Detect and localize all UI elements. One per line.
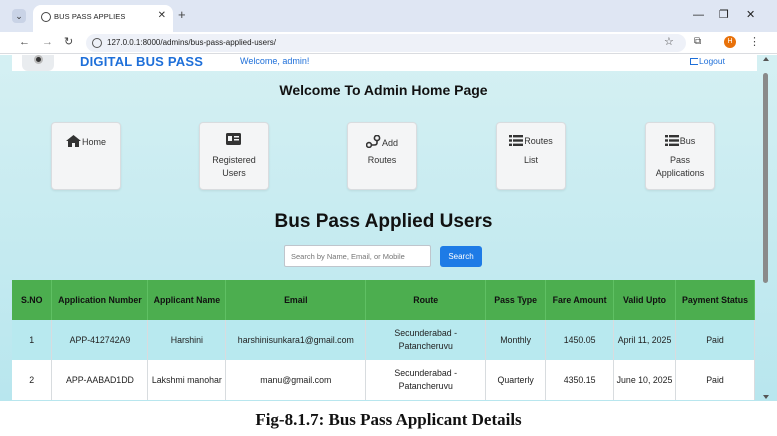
scroll-thumb[interactable] <box>763 73 768 283</box>
url-text: 127.0.0.1:8000/admins/bus-pass-applied-u… <box>107 38 276 47</box>
column-header: S.NO <box>12 280 53 320</box>
admin-home-heading: Welcome To Admin Home Page <box>279 82 488 98</box>
card-label: Users <box>222 167 246 178</box>
route-icon <box>365 135 381 148</box>
search-input[interactable] <box>284 245 431 267</box>
id-card-icon <box>226 133 241 145</box>
card-label: Applications <box>655 167 705 178</box>
figure-caption: Fig-8.1.7: Bus Pass Applicant Details <box>255 410 522 429</box>
card-label: Routes <box>524 136 553 146</box>
url-field[interactable]: 127.0.0.1:8000/admins/bus-pass-applied-u… <box>86 34 686 52</box>
logout-icon <box>690 58 698 65</box>
column-header: Application Number <box>51 280 149 320</box>
table-cell: 4350.15 <box>545 360 615 400</box>
restore-button[interactable]: ❐ <box>719 9 729 21</box>
tab-title: BUS PASS APPLIES <box>54 12 126 21</box>
table-cell: Harshini <box>147 320 227 360</box>
site-logo[interactable] <box>22 55 54 71</box>
column-header: Payment Status <box>675 280 756 320</box>
scroll-down-icon[interactable] <box>763 395 769 399</box>
globe-icon <box>41 12 51 22</box>
page-scrollbar[interactable] <box>763 55 769 401</box>
add-routes-card[interactable]: Add Routes <box>347 122 417 190</box>
column-header: Fare Amount <box>545 280 615 320</box>
column-header: Route <box>365 280 487 320</box>
card-label: Add <box>381 138 398 148</box>
site-info-icon[interactable] <box>92 38 102 48</box>
registered-users-card[interactable]: Registered Users <box>199 122 269 190</box>
table-cell: APP-412742A9 <box>51 320 149 360</box>
table-cell: manu@gmail.com <box>225 360 367 400</box>
tab-search-button[interactable]: ⌄ <box>12 9 26 23</box>
tab-close-icon[interactable]: ✕ <box>158 10 166 21</box>
logo-mark-icon <box>34 55 43 64</box>
card-label: Routes <box>367 155 397 165</box>
column-header: Pass Type <box>485 280 547 320</box>
minimize-button[interactable]: — <box>693 9 704 21</box>
extensions-icon[interactable]: ⧉ <box>694 36 701 47</box>
card-label: Home <box>81 137 106 147</box>
routes-list-card[interactable]: Routes List <box>496 122 566 190</box>
reload-button[interactable]: ↻ <box>64 36 73 49</box>
table-cell: Quarterly <box>485 360 547 400</box>
brand-title[interactable]: DIGITAL BUS PASS <box>80 55 203 69</box>
table-cell: April 11, 2025 <box>613 320 676 360</box>
column-header: Email <box>225 280 367 320</box>
card-label: Bus <box>679 136 696 146</box>
column-header: Valid Upto <box>613 280 676 320</box>
card-label: Pass <box>669 155 690 165</box>
applied-users-table: S.NO Application Number Applicant Name E… <box>12 280 756 400</box>
list-icon <box>509 135 524 146</box>
table-cell: Monthly <box>485 320 547 360</box>
column-header: Applicant Name <box>147 280 227 320</box>
card-label: List <box>523 155 538 165</box>
home-icon <box>65 135 81 147</box>
welcome-text: Welcome, admin! <box>240 56 310 66</box>
table-cell: APP-AABAD1DD <box>51 360 149 400</box>
screenshot: ⌄ BUS PASS APPLIES ✕ + — ❐ ✕ ← → ↻ 127.0… <box>0 0 777 401</box>
table-cell: Secunderabad - Patancheruvu <box>365 320 487 360</box>
logout-link[interactable]: Logout <box>690 56 725 66</box>
scroll-up-icon[interactable] <box>763 57 769 61</box>
search-button[interactable]: Search <box>440 246 482 267</box>
table-row: 1 APP-412742A9 Harshini harshinisunkara1… <box>12 320 756 360</box>
browser-tab[interactable]: BUS PASS APPLIES ✕ <box>33 5 173 32</box>
browser-menu-icon[interactable]: ⋮ <box>749 35 760 48</box>
home-card[interactable]: Home <box>51 122 121 190</box>
page-content: DIGITAL BUS PASS Welcome, admin! Logout … <box>0 55 777 401</box>
table-cell: 1450.05 <box>545 320 615 360</box>
profile-avatar[interactable]: H <box>724 36 736 48</box>
back-button[interactable]: ← <box>19 36 30 49</box>
card-label: Registered <box>212 155 256 165</box>
window-close-button[interactable]: ✕ <box>746 9 755 21</box>
table-cell: Paid <box>675 320 756 360</box>
address-bar-row: ← → ↻ 127.0.0.1:8000/admins/bus-pass-app… <box>0 32 777 54</box>
table-cell: June 10, 2025 <box>613 360 676 400</box>
table-cell: Lakshmi manohar <box>147 360 227 400</box>
table-cell: harshinisunkara1@gmail.com <box>225 320 367 360</box>
table-row: 2 APP-AABAD1DD Lakshmi manohar manu@gmai… <box>12 360 756 400</box>
table-cell: 1 <box>12 320 53 360</box>
bookmark-star-icon[interactable]: ☆ <box>664 35 674 48</box>
forward-button[interactable]: → <box>42 36 53 49</box>
new-tab-button[interactable]: + <box>178 8 186 21</box>
bus-pass-applications-card[interactable]: Bus Pass Applications <box>645 122 715 190</box>
applied-users-heading: Bus Pass Applied Users <box>274 211 493 232</box>
list-icon <box>664 135 679 146</box>
table-cell: 2 <box>12 360 53 400</box>
logout-label: Logout <box>699 56 725 66</box>
browser-tab-bar: ⌄ BUS PASS APPLIES ✕ + — ❐ ✕ <box>0 0 777 32</box>
table-cell: Paid <box>675 360 756 400</box>
table-cell: Secunderabad - Patancheruvu <box>365 360 487 400</box>
table-header-row: S.NO Application Number Applicant Name E… <box>12 280 756 320</box>
